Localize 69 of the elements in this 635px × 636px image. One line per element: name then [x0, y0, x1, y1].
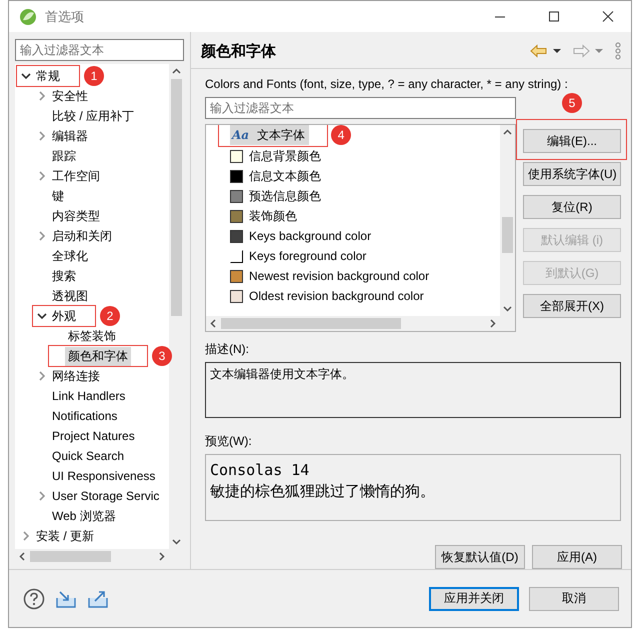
- list-item[interactable]: Keys foreground color: [230, 246, 366, 266]
- callout-number: 3: [152, 346, 172, 366]
- tree-item[interactable]: 编辑器: [49, 126, 91, 146]
- list-item[interactable]: Aa 文本字体: [230, 125, 310, 145]
- list-item[interactable]: Keys background color: [230, 226, 372, 246]
- list-item[interactable]: 装饰颜色: [230, 206, 297, 226]
- action-button[interactable]: 应用(A): [532, 545, 622, 569]
- tree-item[interactable]: User Storage Servic: [49, 488, 162, 504]
- tree-item[interactable]: 标签装饰: [65, 326, 119, 346]
- side-button[interactable]: 复位(R): [523, 195, 621, 219]
- preview-text: Consolas 14: [210, 460, 310, 481]
- tree-item[interactable]: 启动和关闭: [49, 226, 115, 246]
- callout-number: 4: [331, 125, 352, 145]
- filter-field[interactable]: 输入过滤器文本: [15, 39, 184, 61]
- tree-item[interactable]: Quick Search: [49, 448, 128, 464]
- tree-item[interactable]: 键: [49, 186, 67, 206]
- tree-item[interactable]: 内容类型: [49, 206, 103, 226]
- scrollbar-thumb[interactable]: [502, 217, 513, 253]
- tree-item[interactable]: 外观: [49, 306, 79, 326]
- page-title: 颜色和字体: [201, 42, 277, 60]
- forward-arrow-icon[interactable]: [571, 44, 591, 58]
- list-item[interactable]: Newest revision background color: [230, 266, 430, 286]
- tree-item[interactable]: 安装 / 更新: [33, 526, 98, 546]
- list-item[interactable]: 信息文本颜色: [230, 166, 321, 186]
- scrollbar[interactable]: [206, 316, 515, 331]
- tree-item[interactable]: Project Natures: [49, 428, 138, 444]
- action-button[interactable]: 恢复默认值(D): [435, 545, 525, 569]
- tree-item[interactable]: 搜索: [49, 266, 79, 286]
- tree-item[interactable]: 跟踪: [49, 146, 79, 166]
- font-icon: Aa: [230, 128, 252, 142]
- preview-label: 预览(W):: [205, 433, 253, 450]
- tree-item[interactable]: 颜色和字体: [65, 346, 131, 366]
- dialog-button[interactable]: 取消: [529, 586, 619, 610]
- tree-item[interactable]: 透视图: [49, 286, 91, 306]
- tree-item[interactable]: 工作空间: [49, 166, 103, 186]
- tree-item[interactable]: 安全性: [49, 86, 91, 106]
- scrollbar-thumb[interactable]: [221, 318, 401, 329]
- side-button[interactable]: 编辑(E)...: [523, 129, 621, 153]
- callout-number: 2: [100, 306, 120, 326]
- tree-item[interactable]: Web 浏览器: [49, 506, 119, 526]
- filter-label: Colors and Fonts (font, size, type, ? = any character, * = any string) :: [205, 76, 569, 93]
- scrollbar-thumb[interactable]: [30, 551, 111, 562]
- tree-item[interactable]: Notifications: [49, 408, 120, 424]
- description-box: 文本编辑器使用文本字体。: [205, 362, 621, 418]
- preview-text: 敏捷的棕色狐狸跳过了懒惰的狗。: [210, 481, 435, 502]
- scrollbar-thumb[interactable]: [171, 79, 182, 316]
- app-logo-icon: [19, 8, 37, 26]
- help-icon[interactable]: [23, 588, 45, 610]
- callout-number: 5: [562, 93, 582, 113]
- more-menu-icon[interactable]: [613, 42, 623, 60]
- tree-item[interactable]: Link Handlers: [49, 388, 128, 404]
- callout-number: 1: [84, 66, 104, 86]
- tree-item[interactable]: 网络连接: [49, 366, 103, 386]
- list-item[interactable]: Oldest revision background color: [230, 286, 424, 306]
- side-button[interactable]: 使用系统字体(U): [523, 162, 621, 186]
- export-icon[interactable]: [87, 588, 109, 608]
- import-icon[interactable]: [55, 588, 77, 608]
- list-item[interactable]: 预选信息颜色: [230, 186, 321, 206]
- description-label: 描述(N):: [205, 341, 250, 358]
- scrollbar[interactable]: [500, 125, 515, 316]
- tree-item[interactable]: 比较 / 应用补丁: [49, 106, 138, 126]
- tree-item[interactable]: 全球化: [49, 246, 91, 266]
- filter-field[interactable]: 输入过滤器文本: [205, 97, 516, 119]
- dialog-button[interactable]: 应用并关闭: [429, 586, 519, 610]
- tree-item[interactable]: 常规: [33, 66, 63, 86]
- side-button[interactable]: 全部展开(X): [523, 294, 621, 318]
- tree-item[interactable]: UI Responsiveness: [49, 468, 158, 484]
- window-title: 首选项: [45, 8, 85, 26]
- list-item[interactable]: 信息背景颜色: [230, 146, 321, 166]
